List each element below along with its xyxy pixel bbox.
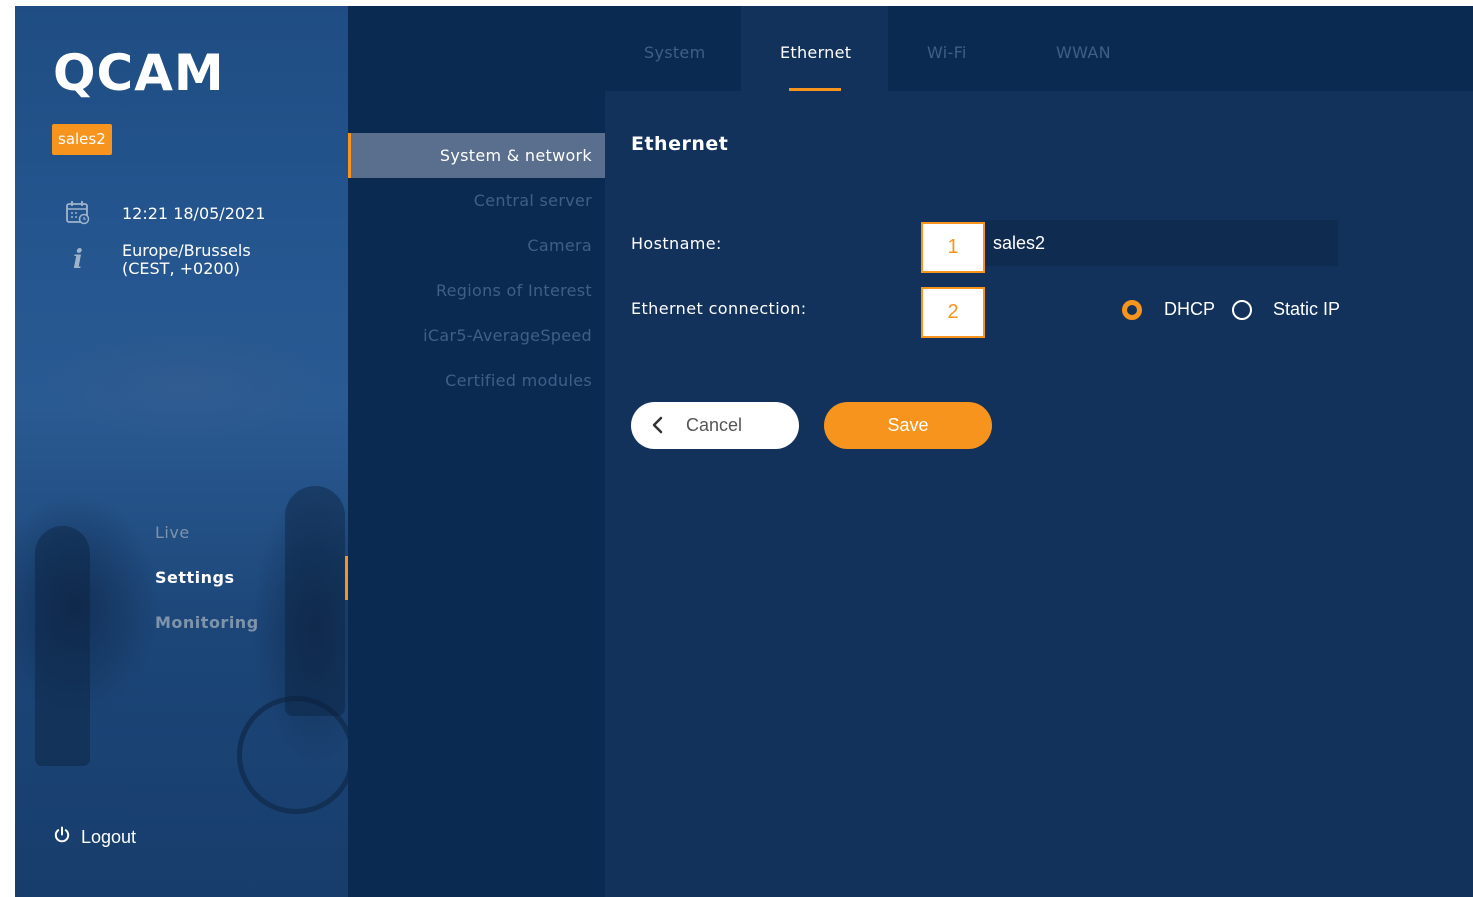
sidebar: QCAM sales2 12:21 18/05/2021 i Europe/Br…	[15, 6, 348, 897]
nav-settings[interactable]: Settings	[155, 568, 235, 587]
background-bike-wheel	[237, 696, 348, 814]
chevron-left-icon	[651, 415, 665, 440]
hostname-input[interactable]	[985, 220, 1338, 266]
app-window: QCAM sales2 12:21 18/05/2021 i Europe/Br…	[15, 6, 1473, 897]
ethernet-settings-panel: Ethernet Hostname: 1 Ethernet connection…	[605, 91, 1473, 897]
background-figure	[35, 526, 90, 766]
tab-wifi[interactable]: Wi-Fi	[888, 6, 1008, 91]
datetime-text: 12:21 18/05/2021	[122, 204, 266, 223]
static-ip-radio[interactable]	[1232, 300, 1252, 320]
tab-ethernet[interactable]: Ethernet	[741, 6, 888, 91]
timezone-name: Europe/Brussels	[122, 241, 251, 260]
subnav-item-system-network[interactable]: System & network	[348, 133, 605, 178]
calendar-icon	[65, 200, 91, 226]
subnav-item-certified-modules[interactable]: Certified modules	[445, 371, 592, 390]
subnav-item-regions-of-interest[interactable]: Regions of Interest	[436, 281, 592, 300]
subnav-item-label: System & network	[439, 146, 592, 165]
tab-wwan[interactable]: WWAN	[1008, 6, 1148, 91]
logout-button[interactable]: Logout	[53, 826, 136, 849]
logout-label: Logout	[81, 827, 137, 847]
background-figure	[285, 486, 345, 716]
tab-label: WWAN	[1056, 43, 1111, 62]
subnav-item-icar5-averagespeed[interactable]: iCar5-AverageSpeed	[423, 326, 592, 345]
tab-label: Ethernet	[780, 43, 852, 62]
annotation-marker-2: 2	[921, 287, 985, 338]
timezone-offset: (CEST, +0200)	[122, 259, 240, 278]
annotation-marker-1: 1	[921, 222, 985, 273]
cancel-label: Cancel	[686, 415, 743, 435]
nav-live[interactable]: Live	[155, 523, 190, 542]
subnav-item-camera[interactable]: Camera	[527, 236, 592, 255]
power-icon	[53, 826, 71, 849]
info-icon: i	[73, 245, 83, 275]
static-ip-label[interactable]: Static IP	[1273, 299, 1340, 320]
tab-label: System	[644, 43, 706, 62]
tab-label: Wi-Fi	[927, 43, 967, 62]
nav-monitoring[interactable]: Monitoring	[155, 613, 259, 632]
dhcp-radio[interactable]	[1122, 300, 1142, 320]
settings-subnav: System & network Central server Camera R…	[348, 6, 605, 897]
section-title: Ethernet	[631, 133, 729, 155]
app-logo: QCAM	[53, 44, 225, 102]
user-badge: sales2	[52, 124, 112, 155]
tab-bar: System Ethernet Wi-Fi WWAN	[605, 6, 1473, 91]
ethernet-connection-label: Ethernet connection:	[631, 299, 807, 318]
cancel-button[interactable]: Cancel	[631, 402, 799, 449]
subnav-item-central-server[interactable]: Central server	[474, 191, 592, 210]
hostname-label: Hostname:	[631, 234, 722, 253]
save-button[interactable]: Save	[824, 402, 992, 449]
tab-system[interactable]: System	[605, 6, 741, 91]
dhcp-label[interactable]: DHCP	[1164, 299, 1215, 320]
